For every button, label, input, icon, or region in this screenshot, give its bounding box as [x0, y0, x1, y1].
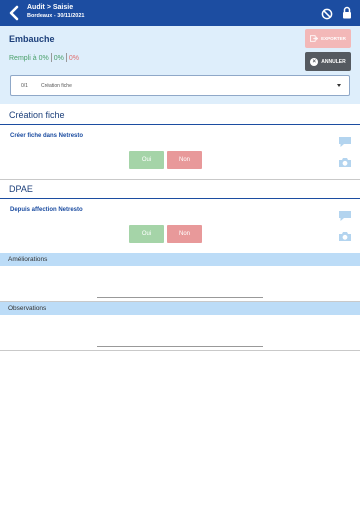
audit-header: Embauche Rempli à 0% 0% 0% EXPORTER × ANNU…: [0, 26, 360, 104]
fill-label: Rempli à 0%: [9, 55, 49, 62]
camera-icon[interactable]: [338, 229, 352, 241]
lock-icon[interactable]: [342, 6, 352, 19]
audit-title: Embauche: [9, 34, 55, 44]
improvements-input[interactable]: [97, 297, 263, 298]
section-title: DPAE: [9, 184, 33, 194]
oui-button[interactable]: Oui: [129, 151, 164, 169]
camera-icon[interactable]: [338, 155, 352, 167]
cancel-label: ANNULER: [321, 58, 346, 65]
section-divider: [0, 124, 360, 125]
non-button[interactable]: Non: [167, 151, 202, 169]
cancel-button[interactable]: × ANNULER: [305, 52, 351, 71]
section-divider: [0, 198, 360, 199]
select-value: Création fiche: [41, 83, 72, 89]
page-title: Audit > Saisie: [27, 4, 74, 11]
fill-red-value: 0%: [68, 55, 79, 62]
top-bar: Audit > Saisie Bordeaux - 30/11/2021: [0, 0, 360, 26]
comment-icon[interactable]: [338, 209, 352, 221]
observations-header: Observations: [0, 302, 360, 315]
oui-button[interactable]: Oui: [129, 225, 164, 243]
divider: [50, 53, 52, 62]
section-title: Création fiche: [9, 110, 65, 120]
export-icon: [310, 35, 319, 42]
page-subtitle: Bordeaux - 30/11/2021: [27, 13, 85, 19]
close-icon: ×: [310, 57, 319, 66]
separator: [0, 350, 360, 351]
select-count: 0/1: [21, 83, 28, 89]
fill-status: Rempli à 0% 0% 0%: [9, 53, 79, 62]
export-label: EXPORTER: [321, 36, 346, 41]
export-button[interactable]: EXPORTER: [305, 29, 351, 48]
section-select[interactable]: 0/1 Création fiche: [10, 75, 350, 96]
observations-input[interactable]: [97, 346, 263, 347]
non-button[interactable]: Non: [167, 225, 202, 243]
fill-green-value: 0%: [53, 55, 64, 62]
back-arrow-icon[interactable]: [7, 5, 21, 21]
question-label: Depuis affection Netresto: [10, 207, 83, 213]
separator: [0, 179, 360, 180]
improvements-header: Améliorations: [0, 253, 360, 266]
comment-icon[interactable]: [338, 135, 352, 147]
chevron-down-icon: [337, 84, 341, 87]
ban-icon[interactable]: [321, 7, 333, 20]
question-label: Créer fiche dans Netresto: [10, 133, 84, 139]
divider: [65, 53, 67, 62]
